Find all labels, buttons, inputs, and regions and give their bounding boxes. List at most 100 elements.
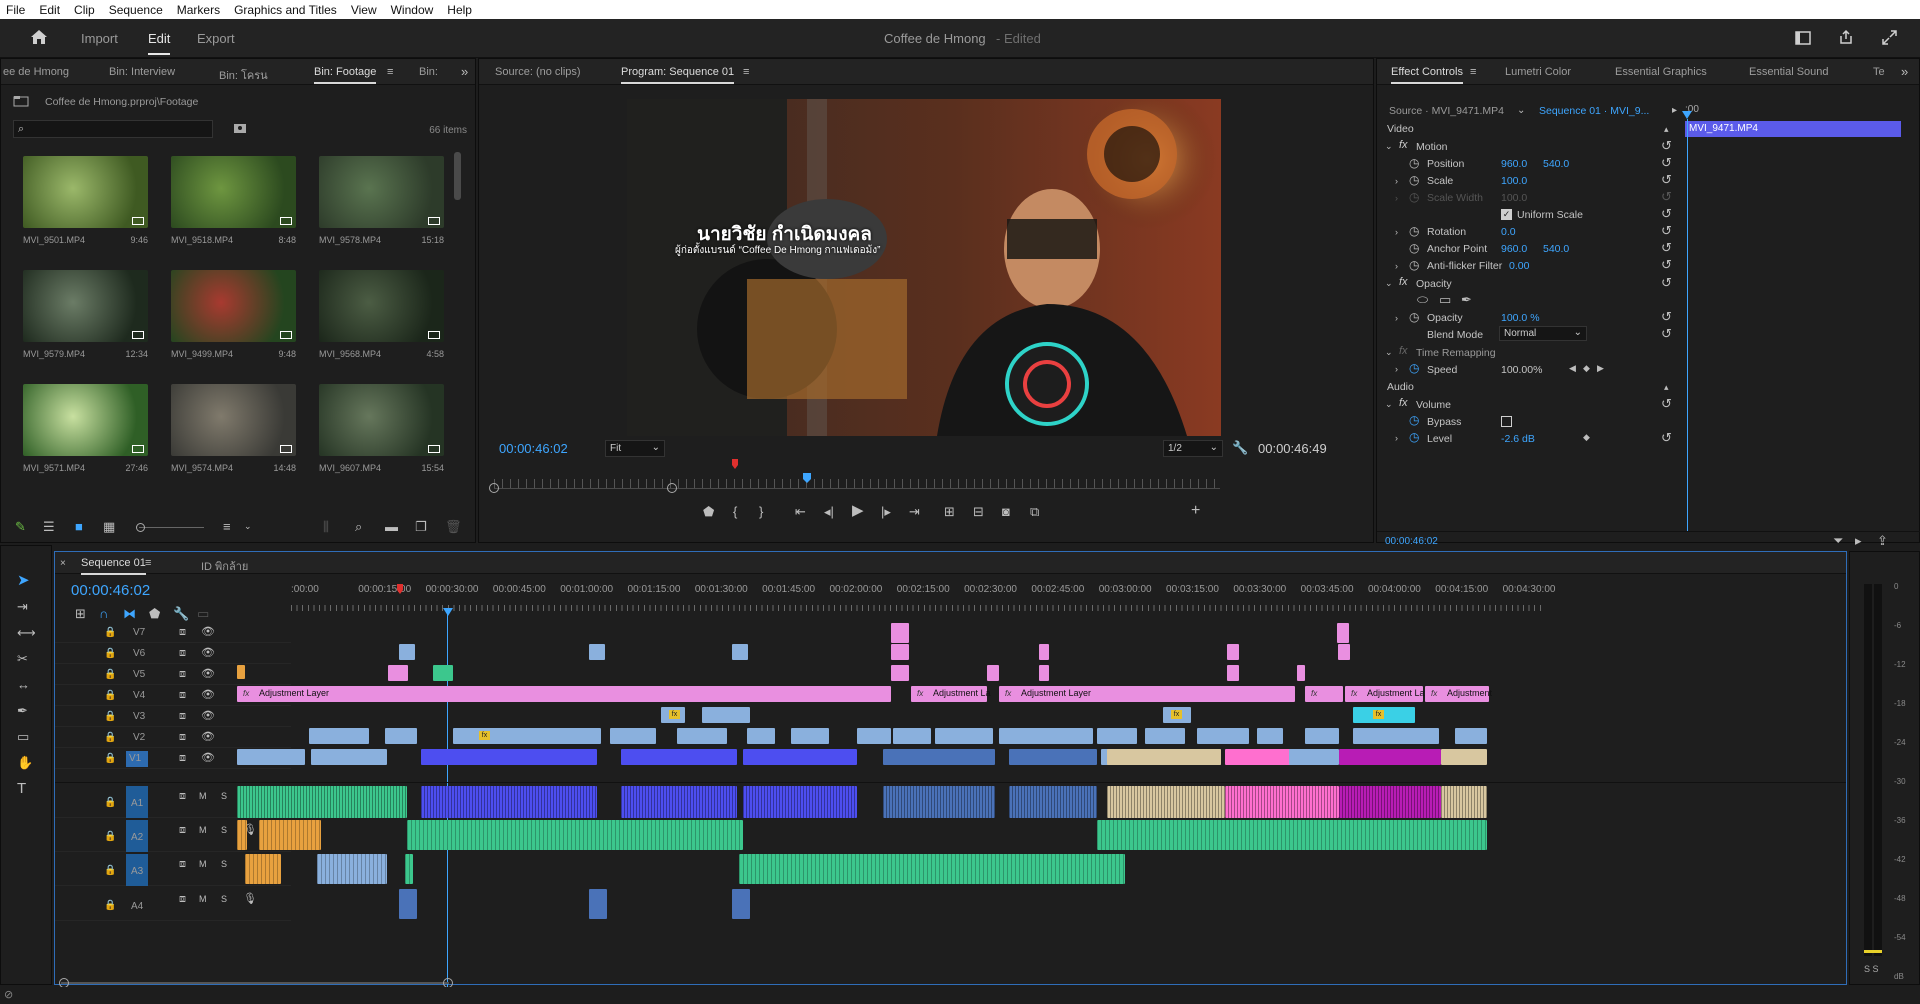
menu-icon[interactable]: ≡: [387, 66, 393, 79]
chevron-double-right-icon[interactable]: »: [461, 65, 468, 78]
hand-tool-icon[interactable]: ✋: [17, 756, 33, 769]
comparison-view-icon[interactable]: ⧉: [1030, 505, 1039, 518]
add-marker-icon[interactable]: ⬟: [703, 505, 714, 518]
zoom-slider-handle[interactable]: [136, 523, 145, 532]
audio-clip[interactable]: [883, 786, 995, 818]
lock-icon[interactable]: 🔒: [104, 796, 116, 809]
adjustment-layer-clip[interactable]: fx Adjustment Layer: [999, 686, 1295, 702]
scale-value[interactable]: 100.0: [1501, 175, 1527, 187]
snap-icon[interactable]: ∩: [99, 607, 108, 620]
wrench-icon[interactable]: 🔧: [173, 607, 189, 620]
new-bin-icon[interactable]: ▬: [385, 520, 398, 533]
audio-clip[interactable]: [739, 854, 1125, 884]
stopwatch-icon[interactable]: ◷: [1409, 242, 1419, 255]
rectangle-mask-icon[interactable]: ▭: [1439, 293, 1451, 306]
next-keyframe-icon[interactable]: ▶: [1597, 362, 1604, 375]
video-clip[interactable]: [421, 749, 597, 765]
freeform-view-icon[interactable]: ▦: [103, 520, 115, 533]
find-icon[interactable]: ⌕: [355, 520, 362, 533]
video-clip[interactable]: [621, 749, 737, 765]
footage-thumbnail[interactable]: [23, 270, 148, 342]
video-clip[interactable]: [237, 749, 305, 765]
filter-icon[interactable]: ⏷: [1833, 534, 1843, 547]
graphic-clip[interactable]: [891, 665, 909, 681]
footage-thumbnail[interactable]: [319, 384, 444, 456]
selection-tool-icon[interactable]: ➤: [17, 573, 30, 588]
reset-icon[interactable]: ↺: [1661, 190, 1672, 203]
tab-essential-graphics[interactable]: Essential Graphics: [1615, 66, 1707, 78]
stopwatch-icon[interactable]: ◷: [1409, 259, 1419, 272]
graphic-clip[interactable]: [987, 665, 999, 681]
clip[interactable]: [1305, 728, 1339, 744]
menu-edit[interactable]: Edit: [39, 3, 60, 17]
video-clip[interactable]: [1441, 749, 1487, 765]
microphone-icon[interactable]: 🎙: [243, 893, 257, 906]
video-clip[interactable]: [743, 749, 857, 765]
mute-button[interactable]: M: [199, 858, 207, 871]
chevron-right-icon[interactable]: ›: [1395, 432, 1398, 445]
tab-effect-controls[interactable]: Effect Controls: [1391, 66, 1463, 84]
chevron-down-icon[interactable]: ⌄: [1517, 104, 1525, 117]
zoom-bar[interactable]: [494, 488, 1220, 489]
tab-project[interactable]: ee de Hmong: [3, 66, 69, 78]
sort-icon[interactable]: ≡: [223, 520, 231, 533]
chevron-right-icon[interactable]: ›: [1395, 363, 1398, 376]
tab-export[interactable]: Export: [197, 31, 235, 46]
menu-markers[interactable]: Markers: [177, 3, 220, 17]
chevron-down-icon[interactable]: ⌄: [244, 520, 252, 533]
graphic-clip[interactable]: [1297, 665, 1305, 681]
chevron-double-right-icon[interactable]: »: [1901, 65, 1908, 78]
ec-playhead[interactable]: [1682, 111, 1692, 119]
pencil-icon[interactable]: ✎: [15, 520, 26, 533]
menu-file[interactable]: File: [6, 3, 25, 17]
reset-icon[interactable]: ↺: [1661, 397, 1672, 410]
clip[interactable]: [1145, 728, 1185, 744]
uniform-scale-checkbox[interactable]: ✓: [1501, 209, 1512, 220]
reset-icon[interactable]: ↺: [1661, 431, 1672, 444]
rectangle-tool-icon[interactable]: ▭: [17, 730, 29, 743]
audio-clip[interactable]: [405, 854, 413, 884]
add-button-icon[interactable]: +: [1191, 503, 1200, 519]
lock-icon[interactable]: 🔒: [104, 668, 116, 681]
ec-timecode[interactable]: 00:00:46:02: [1385, 536, 1438, 547]
clip[interactable]: [747, 728, 775, 744]
reset-icon[interactable]: ↺: [1661, 327, 1672, 340]
audio-clip[interactable]: [1441, 786, 1487, 818]
reset-icon[interactable]: ↺: [1661, 224, 1672, 237]
menu-icon[interactable]: ≡: [145, 557, 151, 570]
tab-source[interactable]: Source: (no clips): [495, 66, 581, 78]
tab-bin-interview[interactable]: Bin: Interview: [109, 66, 175, 78]
reset-icon[interactable]: ↺: [1661, 241, 1672, 254]
adjustment-layer-clip[interactable]: fx Adjustment: [1425, 686, 1492, 702]
footage-thumbnail[interactable]: [171, 156, 296, 228]
eye-icon[interactable]: 👁: [201, 626, 215, 639]
clip[interactable]: [1039, 644, 1049, 660]
tab-text[interactable]: Te: [1873, 66, 1885, 78]
audio-clip[interactable]: [1225, 786, 1339, 818]
position-x[interactable]: 960.0: [1501, 158, 1527, 170]
clip[interactable]: fx: [1353, 707, 1415, 723]
chevron-down-icon[interactable]: ⌄: [1385, 346, 1393, 359]
reset-icon[interactable]: ↺: [1661, 173, 1672, 186]
video-clip[interactable]: [1009, 749, 1097, 765]
footage-thumbnail[interactable]: [319, 156, 444, 228]
mute-button[interactable]: M: [199, 824, 207, 837]
speed-value[interactable]: 100.00%: [1501, 364, 1542, 376]
add-keyframe-icon[interactable]: ◆: [1583, 431, 1590, 444]
camera-icon[interactable]: ◙: [1002, 505, 1010, 518]
stopwatch-icon[interactable]: ◷: [1409, 225, 1419, 238]
clip[interactable]: [433, 665, 453, 681]
menu-sequence[interactable]: Sequence: [109, 3, 163, 17]
icon-view-icon[interactable]: ■: [75, 520, 83, 533]
ec-clip-bar[interactable]: MVI_9471.MP4: [1685, 121, 1901, 137]
prev-keyframe-icon[interactable]: ◀: [1569, 362, 1576, 375]
sync-lock-icon[interactable]: ⧈: [179, 790, 186, 803]
fullscreen-icon[interactable]: [1882, 30, 1897, 45]
clip[interactable]: [1257, 728, 1283, 744]
audio-clip[interactable]: [237, 820, 247, 850]
ripple-edit-tool-icon[interactable]: ⟷: [17, 626, 36, 639]
tab-sequence-2[interactable]: ID พิกล้าย: [201, 557, 248, 575]
audio-clip[interactable]: [1339, 786, 1441, 818]
home-icon[interactable]: [30, 29, 48, 45]
sync-lock-icon[interactable]: ⧈: [179, 858, 186, 871]
